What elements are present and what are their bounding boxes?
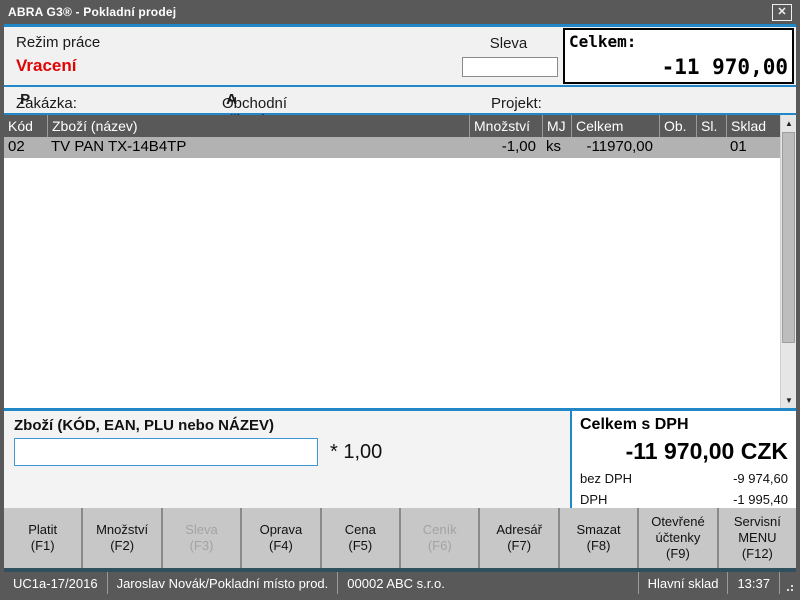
business-case-field: Obchodní případ: A [222,91,237,108]
totals-title: Celkem s DPH [580,416,788,434]
smazat-button[interactable]: Smazat (F8) [560,508,637,568]
resize-grip-icon[interactable] [780,572,796,594]
scroll-down-icon[interactable]: ▼ [781,392,796,408]
cell-sl [696,137,726,158]
button-label: Smazat [577,522,621,538]
button-label: Otevřené účtenky [641,514,714,547]
cell-nazev: TV PAN TX-14B4TP [47,137,469,158]
col-sl[interactable]: Sl. [696,115,726,137]
cell-sklad: 01 [726,137,780,158]
status-company: 00002 ABC s.r.o. [338,572,638,594]
dph-value: -1 995,40 [733,492,788,507]
total-label: Celkem: [569,32,636,51]
cell-celkem: -11970,00 [571,137,659,158]
col-kod[interactable]: Kód [4,115,47,137]
col-nazev[interactable]: Zboží (název) [47,115,469,137]
status-user: Jaroslav Novák/Pokladní místo prod. [108,572,339,594]
col-mnozstvi[interactable]: Množství [469,115,542,137]
cell-mj: ks [542,137,571,158]
window-bottom-edge [0,594,800,600]
close-icon[interactable]: ✕ [772,4,792,21]
oprava-button[interactable]: Oprava (F4) [242,508,319,568]
cell-mnozstvi: -1,00 [469,137,542,158]
col-ob[interactable]: Ob. [659,115,696,137]
cenik-button: Ceník (F6) [401,508,478,568]
col-mj[interactable]: MJ [542,115,571,137]
button-key: (F3) [190,538,214,554]
button-key: (F12) [742,546,773,562]
sleva-button: Sleva (F3) [163,508,240,568]
order-bar: Zakázka: P Obchodní případ: A Projekt: [4,87,796,113]
vertical-scrollbar[interactable]: ▲ ▼ [780,115,796,408]
total-display: Celkem: -11 970,00 [563,28,794,84]
button-label: Ceník [423,522,457,538]
work-mode-label: Režim práce [16,34,100,51]
button-key: (F6) [428,538,452,554]
col-celkem[interactable]: Celkem [571,115,659,137]
project-field: Projekt: [491,91,495,108]
cena-button[interactable]: Cena (F5) [322,508,399,568]
adresar-button[interactable]: Adresář (F7) [480,508,557,568]
button-key: (F8) [587,538,611,554]
quantity-multiplier: * 1,00 [330,441,382,464]
app-window: ABRA G3® - Pokladní prodej ✕ Režim práce… [0,0,800,600]
status-document: UC1a-17/2016 [4,572,108,594]
platit-button[interactable]: Platit (F1) [4,508,81,568]
window-title: ABRA G3® - Pokladní prodej [8,5,772,19]
button-label: Množství [96,522,148,538]
status-warehouse: Hlavní sklad [639,572,729,594]
col-sklad[interactable]: Sklad [726,115,780,137]
mnozstvi-button[interactable]: Množství (F2) [83,508,160,568]
cell-kod: 02 [4,137,47,158]
button-label: Cena [345,522,376,538]
totals-row-dph: DPH -1 995,40 [580,492,788,507]
scrollbar-thumb[interactable] [782,132,795,343]
button-label: Adresář [496,522,542,538]
item-entry-label: Zboží (KÓD, EAN, PLU nebo NÁZEV) [14,417,274,434]
otevrene-uctenky-button[interactable]: Otevřené účtenky (F9) [639,508,716,568]
button-label: Oprava [260,522,303,538]
table-header: Kód Zboží (název) Množství MJ Celkem Ob.… [4,115,780,137]
totals-grand-total: -11 970,00 CZK [580,438,788,465]
top-panel: Režim práce Vracení Sleva Celkem: -11 97… [4,27,796,85]
dph-label: DPH [580,492,607,507]
title-bar: ABRA G3® - Pokladní prodej ✕ [0,0,800,24]
total-value: -11 970,00 [662,55,788,79]
bez-dph-value: -9 974,60 [733,471,788,486]
button-key: (F9) [666,546,690,562]
table-row[interactable]: 02 TV PAN TX-14B4TP -1,00 ks -11970,00 0… [4,137,780,158]
item-entry-input[interactable] [14,438,318,466]
button-label: Sleva [185,522,218,538]
scroll-up-icon[interactable]: ▲ [781,115,796,131]
order-field: Zakázka: P [16,91,30,108]
item-entry-section: Zboží (KÓD, EAN, PLU nebo NÁZEV) * 1,00 [4,411,570,508]
button-label: Servisní MENU [721,514,794,547]
items-table: Kód Zboží (název) Množství MJ Celkem Ob.… [4,115,796,408]
cell-ob [659,137,696,158]
function-button-bar: Platit (F1) Množství (F2) Sleva (F3) Opr… [4,508,796,568]
discount-input[interactable] [462,57,558,77]
bez-dph-label: bez DPH [580,471,632,486]
project-label: Projekt: [491,95,542,112]
discount-label: Sleva [460,35,557,52]
button-key: (F2) [110,538,134,554]
button-label: Platit [28,522,57,538]
work-mode-value: Vracení [16,56,77,76]
button-key: (F1) [31,538,55,554]
order-label: Zakázka: [16,95,77,112]
bottom-panel: Zboží (KÓD, EAN, PLU nebo NÁZEV) * 1,00 … [4,411,796,508]
status-bar: UC1a-17/2016 Jaroslav Novák/Pokladní mís… [4,572,796,594]
button-key: (F4) [269,538,293,554]
button-key: (F5) [348,538,372,554]
button-key: (F7) [507,538,531,554]
status-time: 13:37 [728,572,780,594]
totals-row-bez-dph: bez DPH -9 974,60 [580,471,788,486]
totals-section: Celkem s DPH -11 970,00 CZK bez DPH -9 9… [572,411,796,508]
servisni-menu-button[interactable]: Servisní MENU (F12) [719,508,796,568]
